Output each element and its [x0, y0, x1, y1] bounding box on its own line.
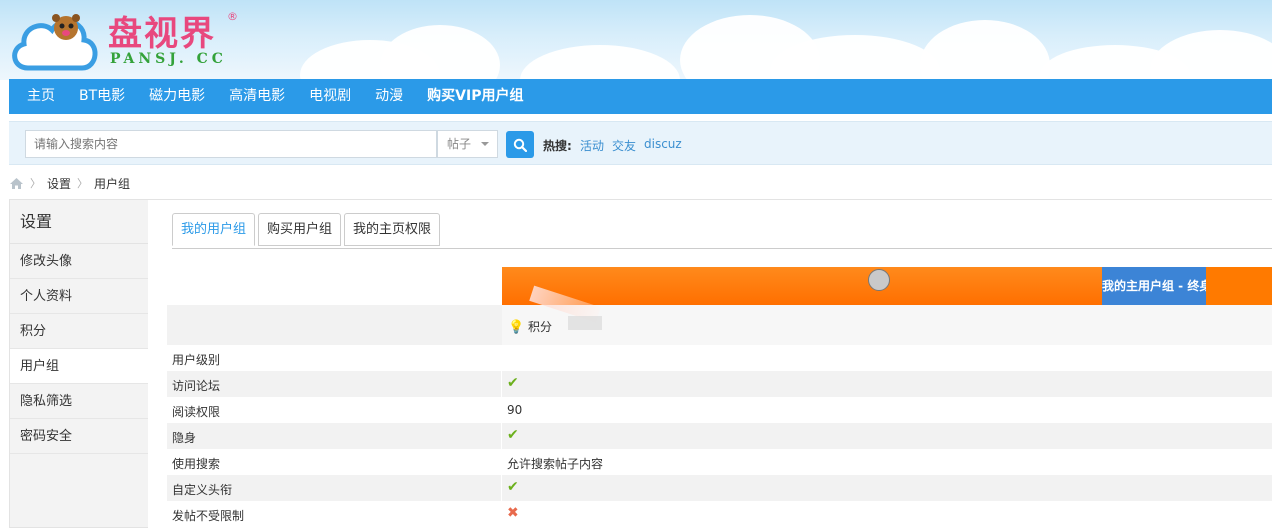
- header-banner: 盘视界 ® PANSJ. CC: [0, 0, 1272, 80]
- points-label-text: 积分: [528, 320, 553, 334]
- blurred-region: [568, 316, 602, 330]
- hot-search-link[interactable]: 活动: [580, 137, 604, 154]
- cross-icon: ✖: [507, 505, 519, 521]
- permission-row: 发帖不受限制 ✖: [167, 501, 1272, 527]
- nav-item-magnet-movies[interactable]: 磁力电影: [137, 79, 217, 114]
- permission-row: 使用搜索 允许搜索帖子内容: [167, 449, 1272, 475]
- hot-search-link[interactable]: 交友: [612, 137, 636, 154]
- logo-icon[interactable]: [8, 10, 100, 72]
- chevron-down-icon: [481, 142, 489, 146]
- sidebar-item-password[interactable]: 密码安全: [10, 419, 148, 454]
- progress-bar-tail: [1206, 267, 1272, 305]
- search-type-value: 帖子: [447, 137, 472, 151]
- column-divider: [501, 423, 502, 449]
- sidebar-item-profile[interactable]: 个人资料: [10, 279, 148, 314]
- logo-title[interactable]: 盘视界: [108, 6, 216, 55]
- column-divider: [501, 371, 502, 397]
- permission-row: 自定义头衔 ✔: [167, 475, 1272, 501]
- points-cell: [502, 305, 1272, 345]
- nav-item-tv-series[interactable]: 电视剧: [297, 79, 363, 114]
- lightbulb-icon: 💡: [508, 320, 525, 335]
- permission-value: 90: [507, 403, 523, 417]
- permission-label: 隐身: [172, 431, 197, 445]
- main-content: 我的用户组 购买用户组 我的主页权限 我的主用户组 - 终身会员 💡 积分 用户…: [148, 199, 1272, 528]
- permission-row: 访问论坛 ✔: [167, 371, 1272, 397]
- points-label: 💡 积分: [508, 318, 552, 335]
- permission-label: 发帖不受限制: [172, 509, 245, 523]
- breadcrumb-item[interactable]: 用户组: [94, 175, 130, 192]
- tab-buy-usergroup[interactable]: 购买用户组: [258, 213, 342, 246]
- breadcrumb: 〉 设置 〉 用户组: [9, 175, 130, 191]
- search-icon: [513, 138, 527, 152]
- tab-my-usergroup[interactable]: 我的用户组: [172, 213, 256, 246]
- home-icon[interactable]: [9, 177, 24, 190]
- search-button[interactable]: [506, 131, 534, 158]
- permission-label: 自定义头衔: [172, 483, 233, 497]
- main-nav: 主页 BT电影 磁力电影 高清电影 电视剧 动漫 购买VIP用户组: [9, 79, 1272, 114]
- sidebar-item-privacy[interactable]: 隐私筛选: [10, 384, 148, 419]
- sidebar-item-avatar[interactable]: 修改头像: [10, 244, 148, 279]
- permission-value: 允许搜索帖子内容: [507, 457, 604, 471]
- permission-label: 阅读权限: [172, 405, 221, 419]
- nav-item-bt-movies[interactable]: BT电影: [67, 79, 137, 114]
- breadcrumb-separator: 〉: [30, 177, 41, 190]
- logo-registered-mark: ®: [227, 10, 238, 23]
- check-icon: ✔: [507, 375, 519, 391]
- column-divider: [501, 475, 502, 501]
- progress-handle[interactable]: [868, 269, 890, 291]
- search-input[interactable]: [25, 130, 437, 158]
- permission-row: 阅读权限 90: [167, 397, 1272, 423]
- nav-item-home[interactable]: 主页: [13, 79, 67, 114]
- logo-subtitle: PANSJ. CC: [110, 51, 227, 67]
- nav-item-hd-movies[interactable]: 高清电影: [217, 79, 297, 114]
- sidebar-item-credits[interactable]: 积分: [10, 314, 148, 349]
- search-bar: 帖子 热搜: 活动 交友 discuz: [9, 121, 1272, 165]
- hot-search-link[interactable]: discuz: [644, 137, 682, 151]
- settings-sidebar: 设置 修改头像 个人资料 积分 用户组 隐私筛选 密码安全: [9, 199, 148, 528]
- breadcrumb-separator: 〉: [77, 177, 89, 190]
- sidebar-title: 设置: [10, 200, 148, 244]
- tab-divider: [172, 248, 1272, 249]
- permission-label: 访问论坛: [172, 379, 221, 393]
- tab-bar: 我的用户组 购买用户组 我的主页权限: [172, 213, 443, 246]
- permission-label: 使用搜索: [172, 457, 221, 471]
- permission-label: 用户级别: [172, 353, 221, 367]
- check-icon: ✔: [507, 479, 519, 495]
- points-row: [167, 305, 1272, 345]
- nav-item-buy-vip[interactable]: 购买VIP用户组: [415, 79, 535, 114]
- nav-item-anime[interactable]: 动漫: [363, 79, 415, 114]
- permission-row: 隐身 ✔: [167, 423, 1272, 449]
- tab-homepage-permissions[interactable]: 我的主页权限: [344, 213, 441, 246]
- main-usergroup-label: 我的主用户组 - 终身会员: [1102, 267, 1206, 305]
- breadcrumb-item[interactable]: 设置: [47, 175, 71, 192]
- sidebar-item-usergroup[interactable]: 用户组: [10, 349, 148, 384]
- check-icon: ✔: [507, 427, 519, 443]
- permission-row: 用户级别: [167, 345, 1272, 371]
- search-type-select[interactable]: 帖子: [437, 130, 498, 158]
- hot-search-label: 热搜:: [543, 139, 572, 153]
